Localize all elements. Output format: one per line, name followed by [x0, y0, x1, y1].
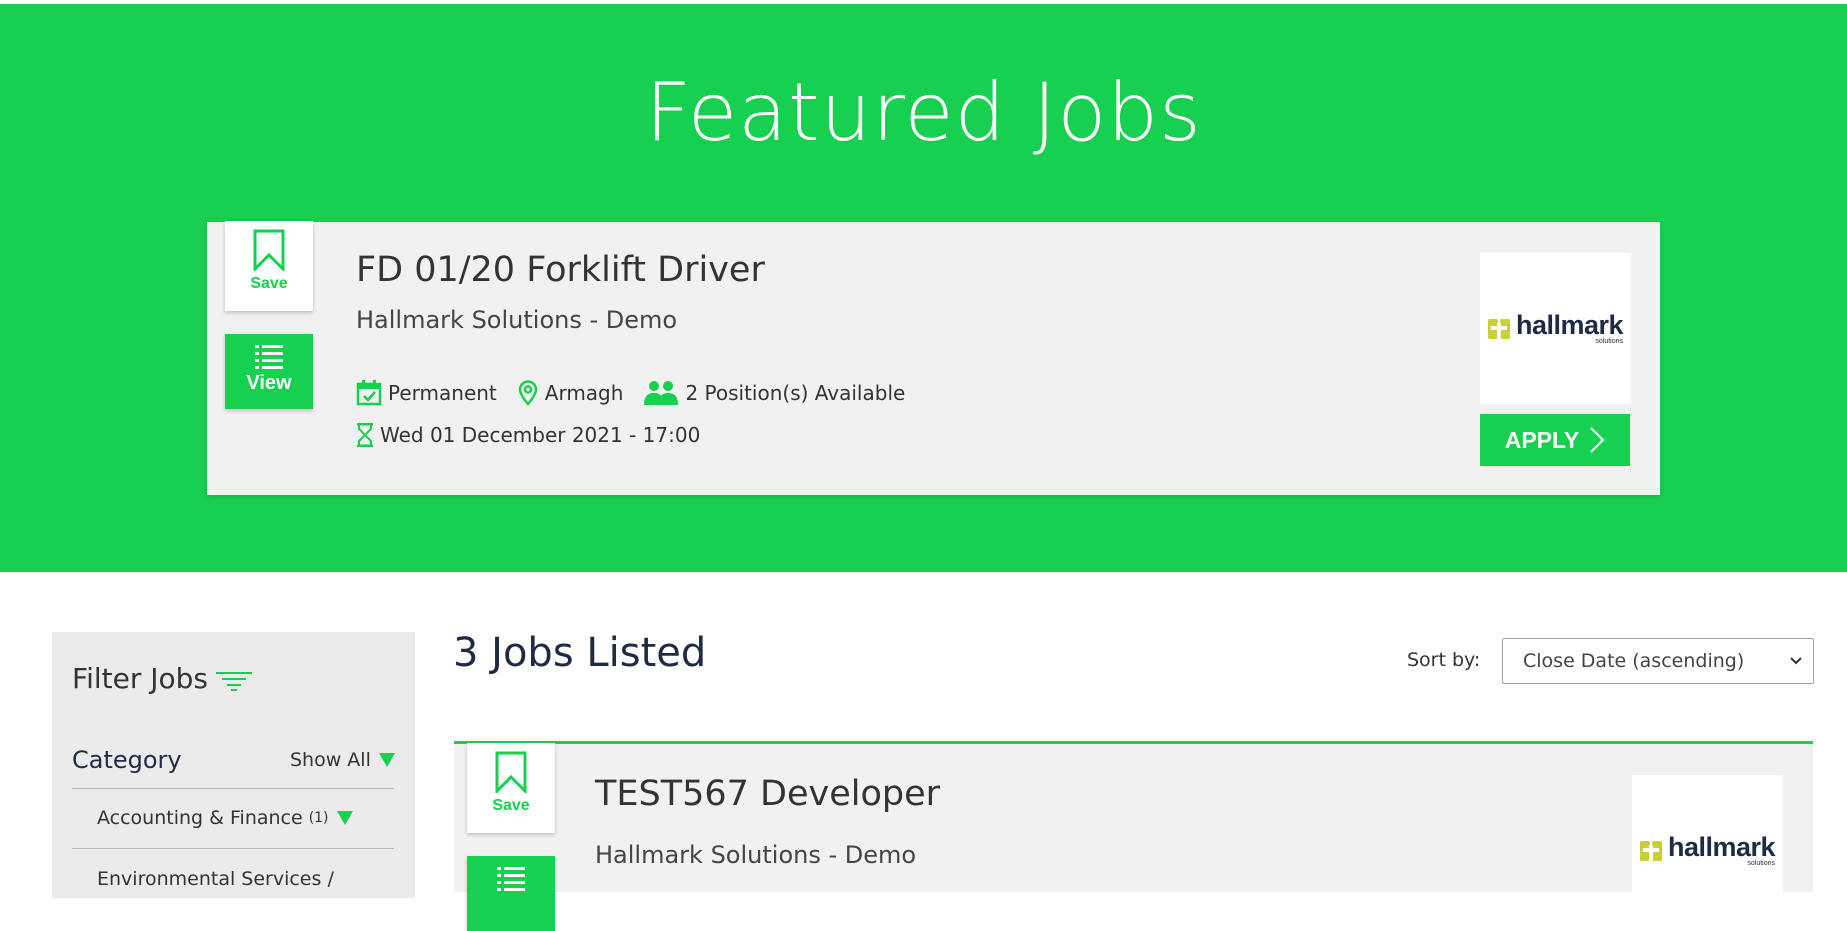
list-icon: [497, 867, 525, 891]
triangle-down-icon: [336, 811, 353, 825]
sort-selected-value: Close Date (ascending): [1523, 650, 1745, 672]
positions-text: 2 Position(s) Available: [685, 381, 906, 405]
location-text: Armagh: [544, 381, 624, 405]
featured-job-card: Save View FD 01/20 Forklift Driver Hallm…: [207, 221, 1660, 495]
save-job-button[interactable]: Save: [225, 221, 313, 311]
positions-available: 2 Position(s) Available: [643, 380, 905, 406]
job-title[interactable]: FD 01/20 Forklift Driver: [356, 250, 765, 290]
divider: [72, 788, 394, 789]
hallmark-logo-icon: [1639, 840, 1662, 861]
job-meta-row: Permanent Armagh 2 Position(s) Available: [356, 380, 925, 406]
filter-panel: Filter Jobs Category Show All Accounting…: [52, 632, 415, 898]
category-item-accounting[interactable]: Accounting & Finance (1): [97, 807, 353, 829]
chevron-right-icon: [1590, 427, 1605, 453]
list-icon: [255, 345, 283, 369]
bookmark-icon: [495, 751, 527, 793]
job-company: Hallmark Solutions - Demo: [356, 306, 678, 334]
filter-title-text: Filter Jobs: [72, 662, 208, 695]
view-label: View: [246, 372, 292, 394]
job-list-card: Save TEST567 Developer Hallmark Solution…: [454, 741, 1813, 931]
view-job-button[interactable]: View: [225, 334, 313, 409]
map-pin-icon: [518, 380, 538, 406]
filter-header: Filter Jobs: [52, 632, 415, 728]
logo-text: hallmark: [1515, 310, 1624, 340]
apply-label: APPLY: [1504, 426, 1580, 453]
save-label: Save: [492, 797, 530, 814]
save-label: Save: [250, 275, 288, 292]
logo-text: hallmark: [1667, 832, 1776, 862]
chevron-down-icon: [1790, 657, 1802, 665]
save-job-button[interactable]: Save: [467, 743, 555, 833]
category-heading: Category: [72, 746, 182, 774]
job-company: Hallmark Solutions - Demo: [595, 841, 917, 869]
bookmark-icon: [253, 229, 285, 271]
sort-label: Sort by:: [1407, 649, 1481, 671]
featured-jobs-heading: Featured Jobs: [645, 66, 1202, 159]
job-closing-row: Wed 01 December 2021 - 17:00: [356, 422, 720, 448]
show-all-toggle[interactable]: Show All: [290, 749, 395, 771]
divider: [72, 848, 394, 849]
company-logo: hallmark solutions: [1480, 253, 1631, 404]
contract-type: Permanent: [356, 380, 497, 406]
triangle-down-icon: [378, 753, 395, 767]
featured-jobs-banner: Featured Jobs Save View FD 01/20 Forklif…: [0, 4, 1847, 572]
filter-icon: [216, 671, 252, 691]
sort-select[interactable]: Close Date (ascending): [1502, 638, 1814, 684]
category-item-environmental[interactable]: Environmental Services /: [97, 868, 334, 890]
category-item-label: Environmental Services /: [97, 868, 334, 890]
view-job-button[interactable]: [467, 856, 555, 931]
company-logo: hallmark solutions: [1632, 775, 1783, 926]
job-title[interactable]: TEST567 Developer: [595, 774, 940, 814]
contract-type-text: Permanent: [388, 381, 497, 405]
users-icon: [644, 381, 679, 405]
filter-title: Filter Jobs: [72, 662, 252, 695]
job-location: Armagh: [517, 380, 624, 406]
category-item-count: (1): [308, 810, 329, 826]
apply-button[interactable]: APPLY: [1480, 414, 1630, 466]
hallmark-logo-icon: [1487, 318, 1510, 339]
hourglass-icon: [357, 423, 373, 447]
closing-date: Wed 01 December 2021 - 17:00: [356, 422, 700, 448]
jobs-count-heading: 3 Jobs Listed: [453, 630, 707, 676]
closing-date-text: Wed 01 December 2021 - 17:00: [380, 423, 701, 447]
category-item-label: Accounting & Finance: [97, 807, 303, 829]
calendar-check-icon: [356, 380, 382, 406]
show-all-label: Show All: [290, 749, 371, 771]
